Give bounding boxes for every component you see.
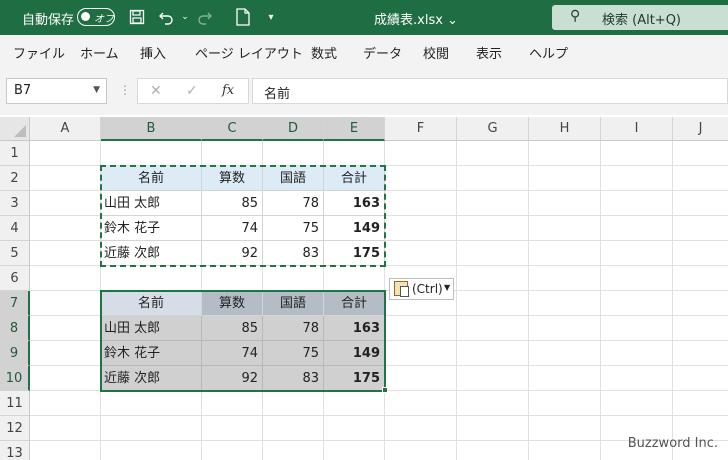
save-icon[interactable] [126,6,148,28]
selection-border [100,290,386,392]
gridline [600,141,601,460]
column-header-c[interactable]: C [202,117,263,141]
search-label: 検索 (Alt+Q) [602,13,682,28]
gridline [30,440,728,441]
select-all-button[interactable] [0,117,30,141]
worksheet-grid[interactable]: A B C D E F G H I J 1 2 3 4 5 6 7 8 9 10 11 12 13 名前 算数 国語 合計 山田 太郎… [0,117,728,460]
name-box[interactable]: B7 ▼ [6,78,107,104]
tab-page-layout[interactable]: ページ レイアウト [195,43,303,62]
autosave-label: 自動保存 [22,13,75,28]
resize-handle-icon[interactable]: ⋮ [119,83,131,97]
row-header-9[interactable]: 9 [0,341,30,366]
autosave-state: オフ [94,14,114,25]
title-bar: 自動保存 オフ ⌄ ▾ 成績表.xlsx ⌄ ⚲ 検索 (Alt+Q) [0,0,728,35]
gridline [528,141,529,460]
row-header-13[interactable]: 13 [0,441,30,460]
formula-value: 名前 [264,87,291,102]
column-header-d[interactable]: D [263,117,324,141]
tab-file[interactable]: ファイル [13,43,65,62]
cancel-icon[interactable]: ✕ [150,83,162,99]
document-icon[interactable] [232,6,254,28]
row-header-2[interactable]: 2 [0,166,30,191]
gridline [672,141,673,460]
formula-bar: B7 ▼ ⋮ ✕ ✓ fx 名前 [0,67,728,115]
file-title[interactable]: 成績表.xlsx ⌄ [374,9,458,28]
undo-dropdown-icon[interactable]: ⌄ [174,6,196,28]
toggle-knob [81,12,90,21]
column-header-e[interactable]: E [324,117,385,141]
tab-view[interactable]: 表示 [476,43,502,62]
row-header-1[interactable]: 1 [0,141,30,166]
formula-buttons: ✕ ✓ fx [137,78,249,104]
copy-marquee [100,165,386,267]
name-box-value: B7 [14,83,32,98]
row-header-8[interactable]: 8 [0,316,30,341]
row-header-7[interactable]: 7 [0,291,30,316]
column-header-j[interactable]: J [673,117,728,141]
chevron-down-icon: ▼ [444,283,451,292]
paste-options-button[interactable]: (Ctrl) ▼ [389,278,454,300]
fill-handle[interactable] [382,387,388,393]
row-header-5[interactable]: 5 [0,241,30,266]
enter-icon[interactable]: ✓ [186,83,198,99]
autosave-toggle[interactable]: オフ [77,8,115,26]
column-header-i[interactable]: I [601,117,673,141]
tab-home[interactable]: ホーム [80,43,119,62]
column-header-b[interactable]: B [101,117,202,141]
clipboard-icon [394,281,409,297]
tab-data[interactable]: データ [363,43,402,62]
column-header-h[interactable]: H [529,117,601,141]
watermark: Buzzword Inc. [627,436,718,451]
column-header-a[interactable]: A [30,117,101,141]
tab-insert[interactable]: 挿入 [140,43,166,62]
row-header-6[interactable]: 6 [0,266,30,291]
tab-help[interactable]: ヘルプ [529,43,568,62]
row-header-3[interactable]: 3 [0,191,30,216]
tab-formulas[interactable]: 数式 [311,43,337,62]
ribbon-tabs: ファイル ホーム 挿入 ページ レイアウト 数式 データ 校閲 表示 ヘルプ [0,35,728,67]
paste-options-label: (Ctrl) [412,282,443,296]
row-header-10[interactable]: 10 [0,366,30,391]
redo-icon[interactable] [194,6,216,28]
row-header-12[interactable]: 12 [0,416,30,441]
column-header-g[interactable]: G [457,117,529,141]
row-header-11[interactable]: 11 [0,391,30,416]
row-header-4[interactable]: 4 [0,216,30,241]
column-header-f[interactable]: F [385,117,457,141]
insert-function-icon[interactable]: fx [222,83,234,98]
customize-toolbar-icon[interactable]: ▾ [260,6,282,28]
search-icon: ⚲ [570,8,581,24]
formula-input[interactable]: 名前 [252,78,728,104]
chevron-down-icon[interactable]: ▼ [93,85,100,95]
gridline [30,415,728,416]
gridline [456,141,457,460]
tab-review[interactable]: 校閲 [423,43,449,62]
search-box[interactable]: ⚲ 検索 (Alt+Q) [552,5,728,30]
